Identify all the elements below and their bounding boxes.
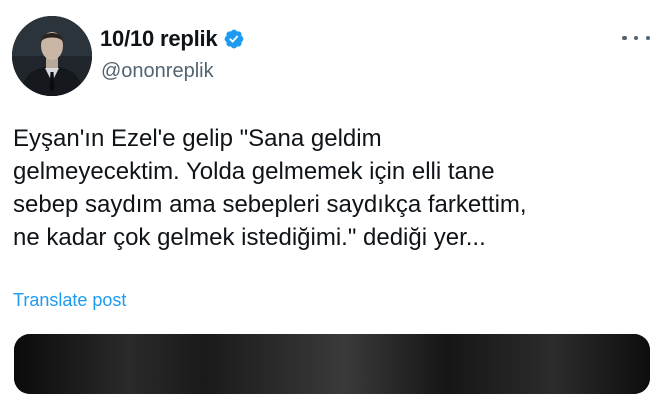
tweet-text-line: ne kadar çok gelmek istediğimi." dediği …: [13, 224, 486, 251]
tweet-card: 10/10 replik @ononreplik Eyşan'ın Ezel'e…: [0, 0, 672, 394]
user-handle[interactable]: @ononreplik: [101, 60, 214, 83]
tweet-media[interactable]: [14, 334, 650, 394]
tweet-text-line: Eyşan'ın Ezel'e gelip "Sana geldim: [13, 125, 382, 152]
avatar-image: [12, 16, 92, 96]
display-name-row: 10/10 replik: [100, 24, 245, 54]
avatar[interactable]: [12, 16, 92, 96]
verified-badge-icon[interactable]: [223, 28, 245, 50]
tweet-text-line: sebep saydım ama sebepleri saydıkça fark…: [13, 191, 527, 218]
tweet-text-line: gelmeyecektim. Yolda gelmemek için elli …: [13, 158, 495, 185]
tweet-text: Eyşan'ın Ezel'e gelip "Sana geldim gelme…: [13, 122, 663, 254]
display-name[interactable]: 10/10 replik: [100, 26, 218, 52]
more-options-icon[interactable]: [622, 28, 650, 48]
translate-post-link[interactable]: Translate post: [13, 290, 126, 311]
media-image: [14, 334, 650, 394]
